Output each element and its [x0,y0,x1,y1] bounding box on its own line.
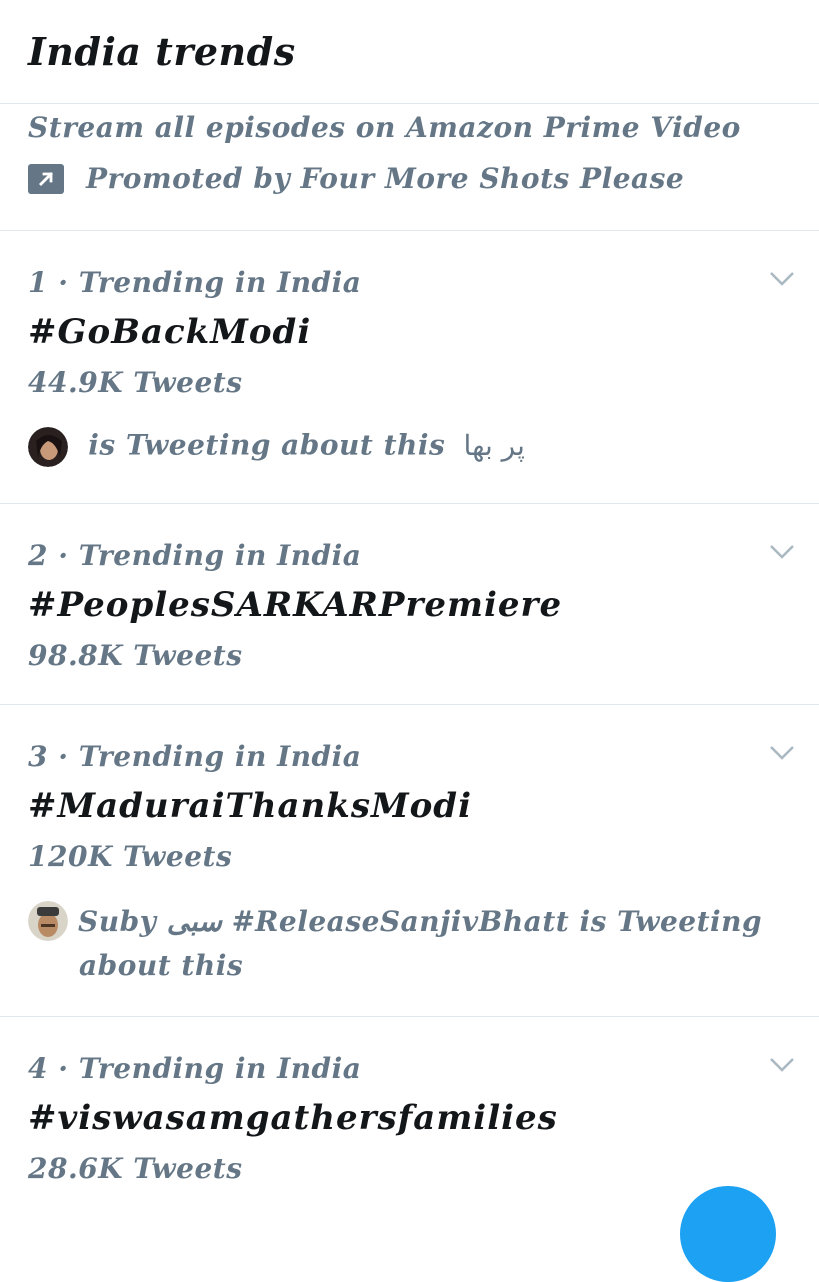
promoted-by-label: Promoted by Four More Shots Please [86,162,685,195]
chevron-down-icon[interactable] [769,271,795,287]
trend-meta: 1 · Trending in India [28,266,362,299]
trend-tweet-count: 120K Tweets [28,840,233,873]
trend-hashtag[interactable]: #MaduraiThanksModi [28,786,472,826]
avatar[interactable] [28,901,68,941]
context-line-1: Suby سبی #ReleaseSanjivBhatt is Tweeting [78,904,763,938]
promoted-trend[interactable]: Stream all episodes on Amazon Prime Vide… [0,104,819,231]
page-header: India trends [0,0,819,104]
chevron-down-icon[interactable] [769,745,795,761]
trend-tweet-count: 28.6K Tweets [28,1152,243,1185]
trend-item[interactable]: 3 · Trending in India #MaduraiThanksModi… [0,705,819,1017]
trend-meta: 3 · Trending in India [28,740,362,773]
chevron-down-icon[interactable] [769,544,795,560]
trend-hashtag[interactable]: #viswasamgathersfamilies [28,1098,558,1138]
promo-description: Stream all episodes on Amazon Prime Vide… [28,111,741,144]
page-title: India trends [28,29,296,74]
chevron-down-icon[interactable] [769,1057,795,1073]
context-line-2: about this [79,949,244,982]
arrow-up-right-icon [28,163,64,194]
trend-hashtag[interactable]: #GoBackModi [28,312,311,352]
context-name: پر بھا [463,428,525,462]
trend-meta: 2 · Trending in India [28,539,362,572]
trend-item[interactable]: 4 · Trending in India #viswasamgathersfa… [0,1017,819,1217]
compose-button[interactable] [680,1186,776,1282]
trend-context: is Tweeting about this پر بھا [28,427,525,467]
promoted-by: Promoted by Four More Shots Please [28,162,684,195]
trend-item[interactable]: 1 · Trending in India #GoBackModi 44.9K … [0,231,819,504]
trend-meta: 4 · Trending in India [28,1052,362,1085]
trend-hashtag[interactable]: #PeoplesSARKARPremiere [28,585,562,625]
trend-tweet-count: 44.9K Tweets [28,366,243,399]
trend-tweet-count: 98.8K Tweets [28,639,243,672]
avatar[interactable] [28,427,68,467]
trend-context: Suby سبی #ReleaseSanjivBhatt is Tweeting [28,901,762,941]
context-text: is Tweeting about this [88,428,446,462]
trend-item[interactable]: 2 · Trending in India #PeoplesSARKARPrem… [0,504,819,705]
